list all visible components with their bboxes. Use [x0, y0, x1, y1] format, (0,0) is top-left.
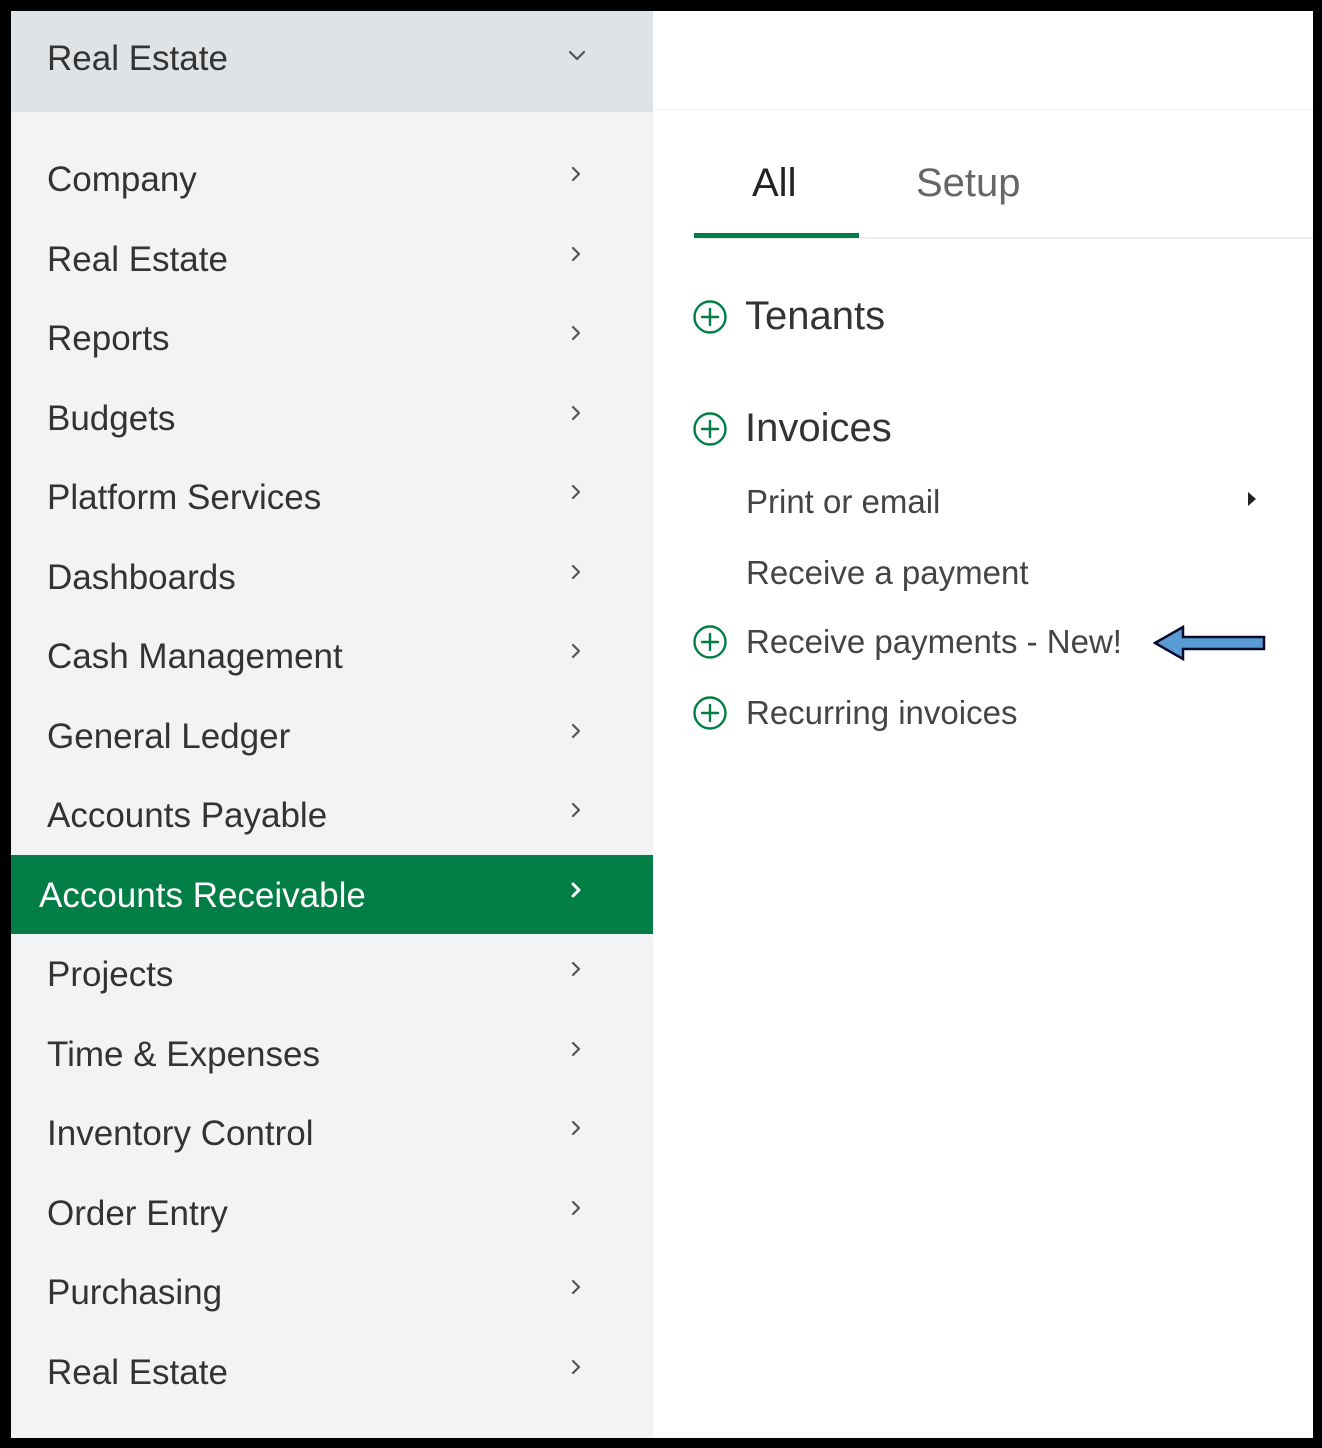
section-invoices[interactable]: Invoices: [692, 406, 892, 451]
sidebar-item-label: Inventory Control: [47, 1114, 314, 1153]
sidebar-item-label: Company: [47, 160, 197, 199]
sidebar-module-selector[interactable]: Real Estate: [11, 11, 653, 112]
app-window: Real Estate Company Real Estate Reports …: [11, 11, 1313, 1438]
sidebar-item-general-ledger[interactable]: General Ledger: [11, 696, 653, 776]
expand-plus-icon: [693, 625, 727, 659]
tab-selected-indicator: [694, 233, 859, 238]
sidebar-item-order-entry[interactable]: Order Entry: [11, 1173, 653, 1253]
expand-plus-icon: [693, 299, 727, 334]
sidebar-item-label: Cash Management: [47, 637, 343, 676]
chevron-right-icon: [571, 484, 581, 500]
chevron-right-icon: [571, 961, 581, 977]
sidebar-item-label: Real Estate: [47, 239, 228, 279]
sidebar-item-label: Real Estate: [47, 1352, 228, 1392]
expand-plus-icon: [693, 411, 727, 446]
sidebar-item-budgets[interactable]: Budgets: [11, 378, 653, 458]
sidebar-item-label: Dashboards: [47, 557, 236, 597]
sidebar-item-label: Budgets: [47, 398, 176, 438]
chevron-right-icon: [571, 246, 581, 261]
sidebar-item-label: Accounts Payable: [47, 796, 328, 835]
expand-plus-icon: [693, 696, 727, 730]
menu-item-recurring-invoices[interactable]: Recurring invoices: [692, 694, 1017, 732]
chevron-right-icon: [571, 643, 581, 659]
chevron-right-icon: [571, 882, 581, 897]
chevron-right-icon: [571, 325, 581, 341]
sidebar-item-projects[interactable]: Projects: [11, 934, 653, 1014]
menu-item-receive-a-payment[interactable]: Receive a payment: [746, 554, 1028, 592]
chevron-right-icon: [571, 166, 581, 182]
chevron-right-icon: [571, 723, 581, 738]
header-divider: [653, 109, 1313, 110]
chevron-right-icon: [571, 1041, 581, 1056]
sidebar-item-label: Projects: [47, 955, 174, 994]
tab-all[interactable]: All: [694, 159, 859, 238]
sidebar-item-label: General Ledger: [47, 716, 291, 756]
sidebar-nav: Company Real Estate Reports Budgets Plat…: [11, 139, 653, 1411]
section-title: Invoices: [745, 406, 892, 450]
menu-item-label: Receive payments - New!: [746, 623, 1122, 660]
chevron-right-icon: [571, 405, 581, 420]
sidebar-item-accounts-payable[interactable]: Accounts Payable: [11, 775, 653, 855]
sidebar-item-label: Platform Services: [47, 478, 322, 517]
sidebar-item-purchasing[interactable]: Purchasing: [11, 1252, 653, 1332]
sidebar-item-cash-management[interactable]: Cash Management: [11, 616, 653, 696]
sidebar-item-label: Reports: [47, 319, 170, 358]
chevron-right-icon: [571, 1359, 581, 1374]
sidebar-item-label: Accounts Receivable: [39, 875, 366, 915]
sidebar-module-label: Real Estate: [47, 39, 228, 78]
sidebar-item-label: Purchasing: [47, 1273, 223, 1312]
chevron-down-icon: [568, 50, 586, 61]
menu-item-receive-payments-new[interactable]: Receive payments - New!: [692, 623, 1122, 661]
sidebar-item-real-estate[interactable]: Real Estate: [11, 219, 653, 299]
menu-item-print-or-email[interactable]: Print or email: [746, 483, 940, 521]
chevron-right-icon: [571, 1200, 581, 1215]
sidebar-item-label: Order Entry: [47, 1193, 228, 1233]
chevron-right-icon: [571, 802, 581, 818]
sidebar-item-dashboards[interactable]: Dashboards: [11, 537, 653, 617]
submenu-triangle-icon: [1248, 492, 1256, 506]
section-tenants[interactable]: Tenants: [692, 294, 885, 339]
sidebar-item-label: Time & Expenses: [47, 1034, 320, 1074]
sidebar-item-accounts-receivable[interactable]: Accounts Receivable: [11, 854, 653, 934]
chevron-right-icon: [571, 564, 581, 579]
tab-bar: All Setup: [694, 159, 1313, 239]
sidebar-item-company[interactable]: Company: [11, 139, 653, 219]
sidebar-item-time-expenses[interactable]: Time & Expenses: [11, 1014, 653, 1094]
tab-label: Setup: [916, 161, 1021, 205]
tab-label: All: [752, 161, 797, 205]
chevron-right-icon: [571, 1279, 581, 1295]
sidebar-item-real-estate-2[interactable]: Real Estate: [11, 1332, 653, 1412]
annotation-arrow-icon: [1153, 625, 1266, 661]
section-title: Tenants: [745, 294, 886, 338]
menu-item-label: Recurring invoices: [746, 694, 1018, 731]
chevron-right-icon: [571, 1120, 581, 1136]
sidebar-item-reports[interactable]: Reports: [11, 298, 653, 378]
sidebar: Real Estate Company Real Estate Reports …: [11, 11, 653, 1438]
tab-setup[interactable]: Setup: [916, 161, 1021, 237]
sidebar-item-inventory-control[interactable]: Inventory Control: [11, 1093, 653, 1173]
sidebar-item-platform-services[interactable]: Platform Services: [11, 457, 653, 537]
